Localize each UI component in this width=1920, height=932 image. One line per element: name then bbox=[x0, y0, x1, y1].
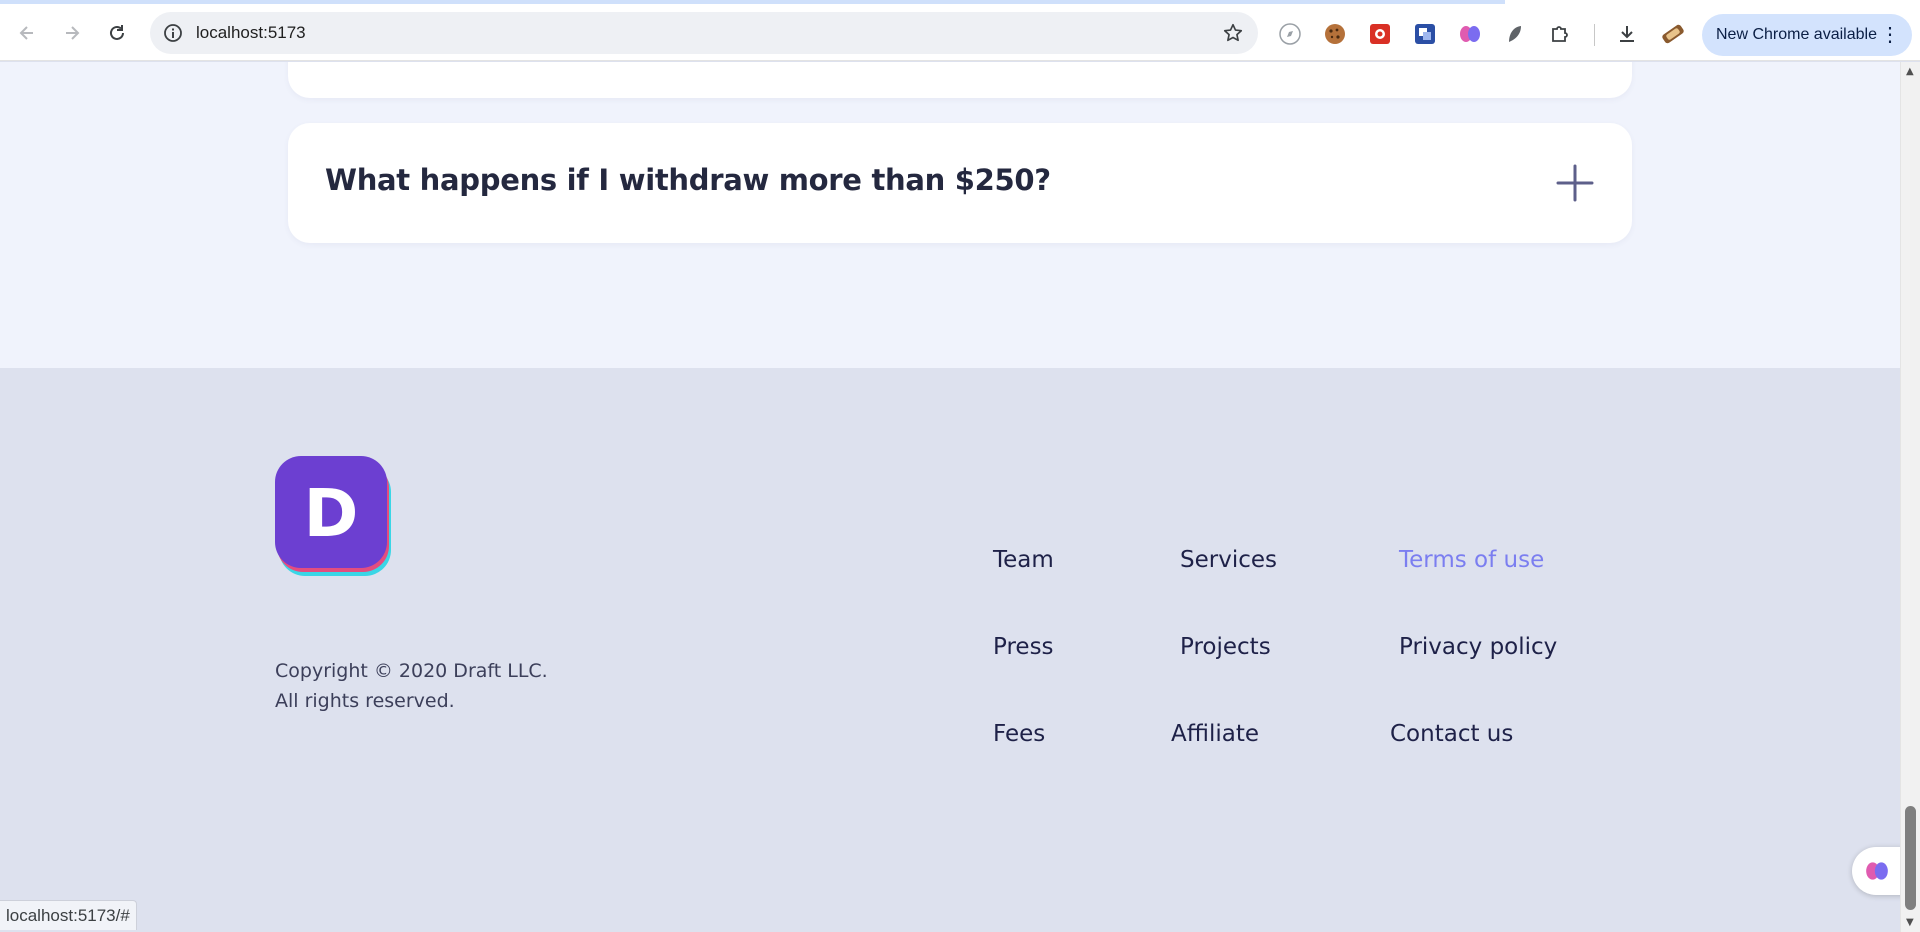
profile-avatar-icon[interactable] bbox=[1660, 21, 1686, 47]
faq-question: What happens if I withdraw more than $25… bbox=[325, 163, 1051, 197]
reload-icon bbox=[110, 25, 124, 40]
copyright: Copyright © 2020 Draft LLC. All rights r… bbox=[275, 656, 548, 716]
red-extension-icon[interactable] bbox=[1367, 21, 1393, 47]
puzzle-extensions-icon[interactable] bbox=[1547, 21, 1573, 47]
footer-link-press[interactable]: Press bbox=[993, 634, 1054, 660]
scroll-down-arrow-icon[interactable]: ▼ bbox=[1906, 917, 1914, 928]
reload-button[interactable] bbox=[97, 13, 137, 53]
copyright-line-2: All rights reserved. bbox=[275, 690, 455, 712]
footer-link-terms-of-use[interactable]: Terms of use bbox=[1399, 547, 1544, 573]
status-bubble: localhost:5173/# bbox=[0, 900, 137, 930]
footer-link-services[interactable]: Services bbox=[1180, 547, 1277, 573]
download-icon[interactable] bbox=[1614, 21, 1640, 47]
scrollbar-thumb[interactable] bbox=[1905, 806, 1916, 910]
draft-logo-icon[interactable]: D bbox=[275, 456, 393, 578]
kebab-menu-icon[interactable]: ⋮ bbox=[1880, 24, 1900, 46]
forward-button[interactable] bbox=[52, 13, 92, 53]
plus-icon[interactable] bbox=[1555, 163, 1595, 203]
footer bbox=[0, 368, 1900, 932]
footer-link-projects[interactable]: Projects bbox=[1180, 634, 1271, 660]
chrome-update-button[interactable]: New Chrome available ⋮ bbox=[1702, 14, 1912, 56]
arrow-right-icon bbox=[66, 26, 80, 40]
footer-link-fees[interactable]: Fees bbox=[993, 721, 1045, 747]
brain-extension-icon[interactable] bbox=[1457, 21, 1483, 47]
brain-icon bbox=[1866, 862, 1888, 880]
arrow-left-icon bbox=[19, 26, 33, 40]
copyright-line-1: Copyright © 2020 Draft LLC. bbox=[275, 660, 548, 682]
footer-link-privacy-policy[interactable]: Privacy policy bbox=[1399, 634, 1557, 660]
faq-item-previous[interactable] bbox=[288, 62, 1632, 98]
toolbar-divider bbox=[1594, 24, 1595, 46]
blue-extension-icon[interactable] bbox=[1412, 21, 1438, 47]
site-info-icon[interactable] bbox=[162, 22, 184, 44]
back-button[interactable] bbox=[7, 13, 47, 53]
faq-section: What happens if I withdraw more than $25… bbox=[0, 62, 1900, 368]
chrome-update-label: New Chrome available bbox=[1716, 26, 1877, 43]
cookie-extension-icon[interactable] bbox=[1322, 21, 1348, 47]
bookmark-star-icon[interactable] bbox=[1220, 20, 1246, 46]
page-scrollbar[interactable]: ▲ ▼ bbox=[1900, 62, 1920, 932]
faq-item[interactable]: What happens if I withdraw more than $25… bbox=[288, 123, 1632, 243]
address-bar[interactable]: localhost:5173 bbox=[150, 12, 1258, 54]
logo-letter: D bbox=[304, 475, 359, 552]
footer-link-contact-us[interactable]: Contact us bbox=[1390, 721, 1513, 747]
compass-extension-icon[interactable] bbox=[1277, 21, 1303, 47]
url-text[interactable]: localhost:5173 bbox=[196, 23, 306, 43]
feather-extension-icon[interactable] bbox=[1502, 21, 1528, 47]
footer-link-team[interactable]: Team bbox=[993, 547, 1054, 573]
footer-link-affiliate[interactable]: Affiliate bbox=[1171, 721, 1259, 747]
browser-toolbar: localhost:5173 New Chrome available ⋮ bbox=[0, 4, 1920, 61]
scroll-up-arrow-icon[interactable]: ▲ bbox=[1906, 66, 1914, 77]
